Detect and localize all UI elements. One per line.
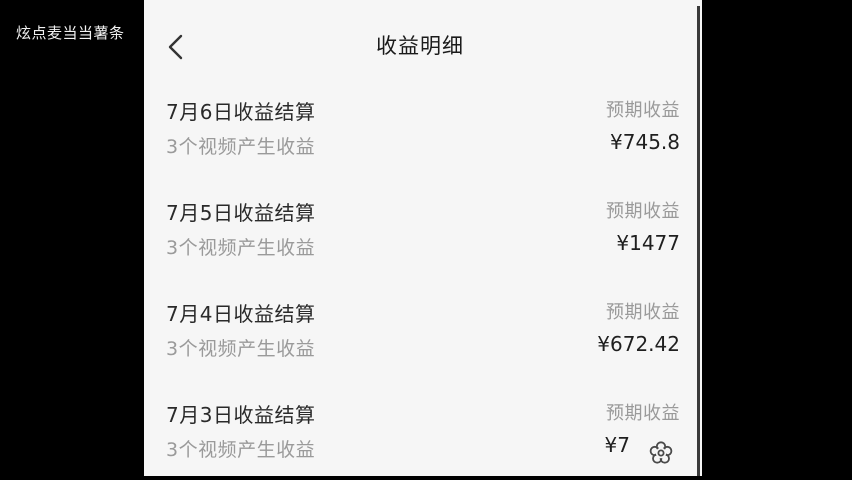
row-subtitle: 3个视频产生收益	[166, 439, 316, 461]
row-subtitle: 3个视频产生收益	[166, 136, 316, 158]
watermark-text: 炫点麦当当薯条	[16, 24, 125, 42]
row-label: 预期收益	[606, 302, 680, 323]
row-label: 预期收益	[606, 201, 680, 222]
earnings-list: 7月6日收益结算 3个视频产生收益 预期收益 ¥745.8 7月5日收益结算 3…	[144, 88, 696, 476]
flower-gear-icon[interactable]	[648, 440, 674, 466]
row-label: 预期收益	[606, 403, 680, 424]
row-title: 7月5日收益结算	[166, 201, 316, 225]
row-subtitle: 3个视频产生收益	[166, 338, 316, 360]
app-screen: 收益明细 7月6日收益结算 3个视频产生收益 预期收益 ¥745.8 7月5日收…	[144, 0, 696, 476]
row-title: 7月3日收益结算	[166, 403, 316, 427]
earnings-row[interactable]: 7月3日收益结算 3个视频产生收益 预期收益 ¥7	[144, 391, 696, 476]
row-label: 预期收益	[606, 100, 680, 121]
row-title: 7月4日收益结算	[166, 302, 316, 326]
row-title: 7月6日收益结算	[166, 100, 316, 124]
row-amount: ¥672.42	[597, 332, 680, 356]
earnings-row[interactable]: 7月4日收益结算 3个视频产生收益 预期收益 ¥672.42	[144, 290, 696, 391]
row-amount: ¥745.8	[610, 130, 680, 154]
earnings-row[interactable]: 7月6日收益结算 3个视频产生收益 预期收益 ¥745.8	[144, 88, 696, 189]
row-amount: ¥7	[604, 433, 630, 457]
page-title: 收益明细	[376, 34, 464, 58]
scrollbar	[697, 6, 700, 476]
earnings-row[interactable]: 7月5日收益结算 3个视频产生收益 预期收益 ¥1477	[144, 189, 696, 290]
top-bar: 收益明细	[144, 0, 696, 88]
row-amount: ¥1477	[616, 231, 680, 255]
row-subtitle: 3个视频产生收益	[166, 237, 316, 259]
video-frame: 炫点麦当当薯条 收益明细 7月6日收益结算 3个视频产生收益 预期收益 ¥745…	[0, 0, 852, 480]
